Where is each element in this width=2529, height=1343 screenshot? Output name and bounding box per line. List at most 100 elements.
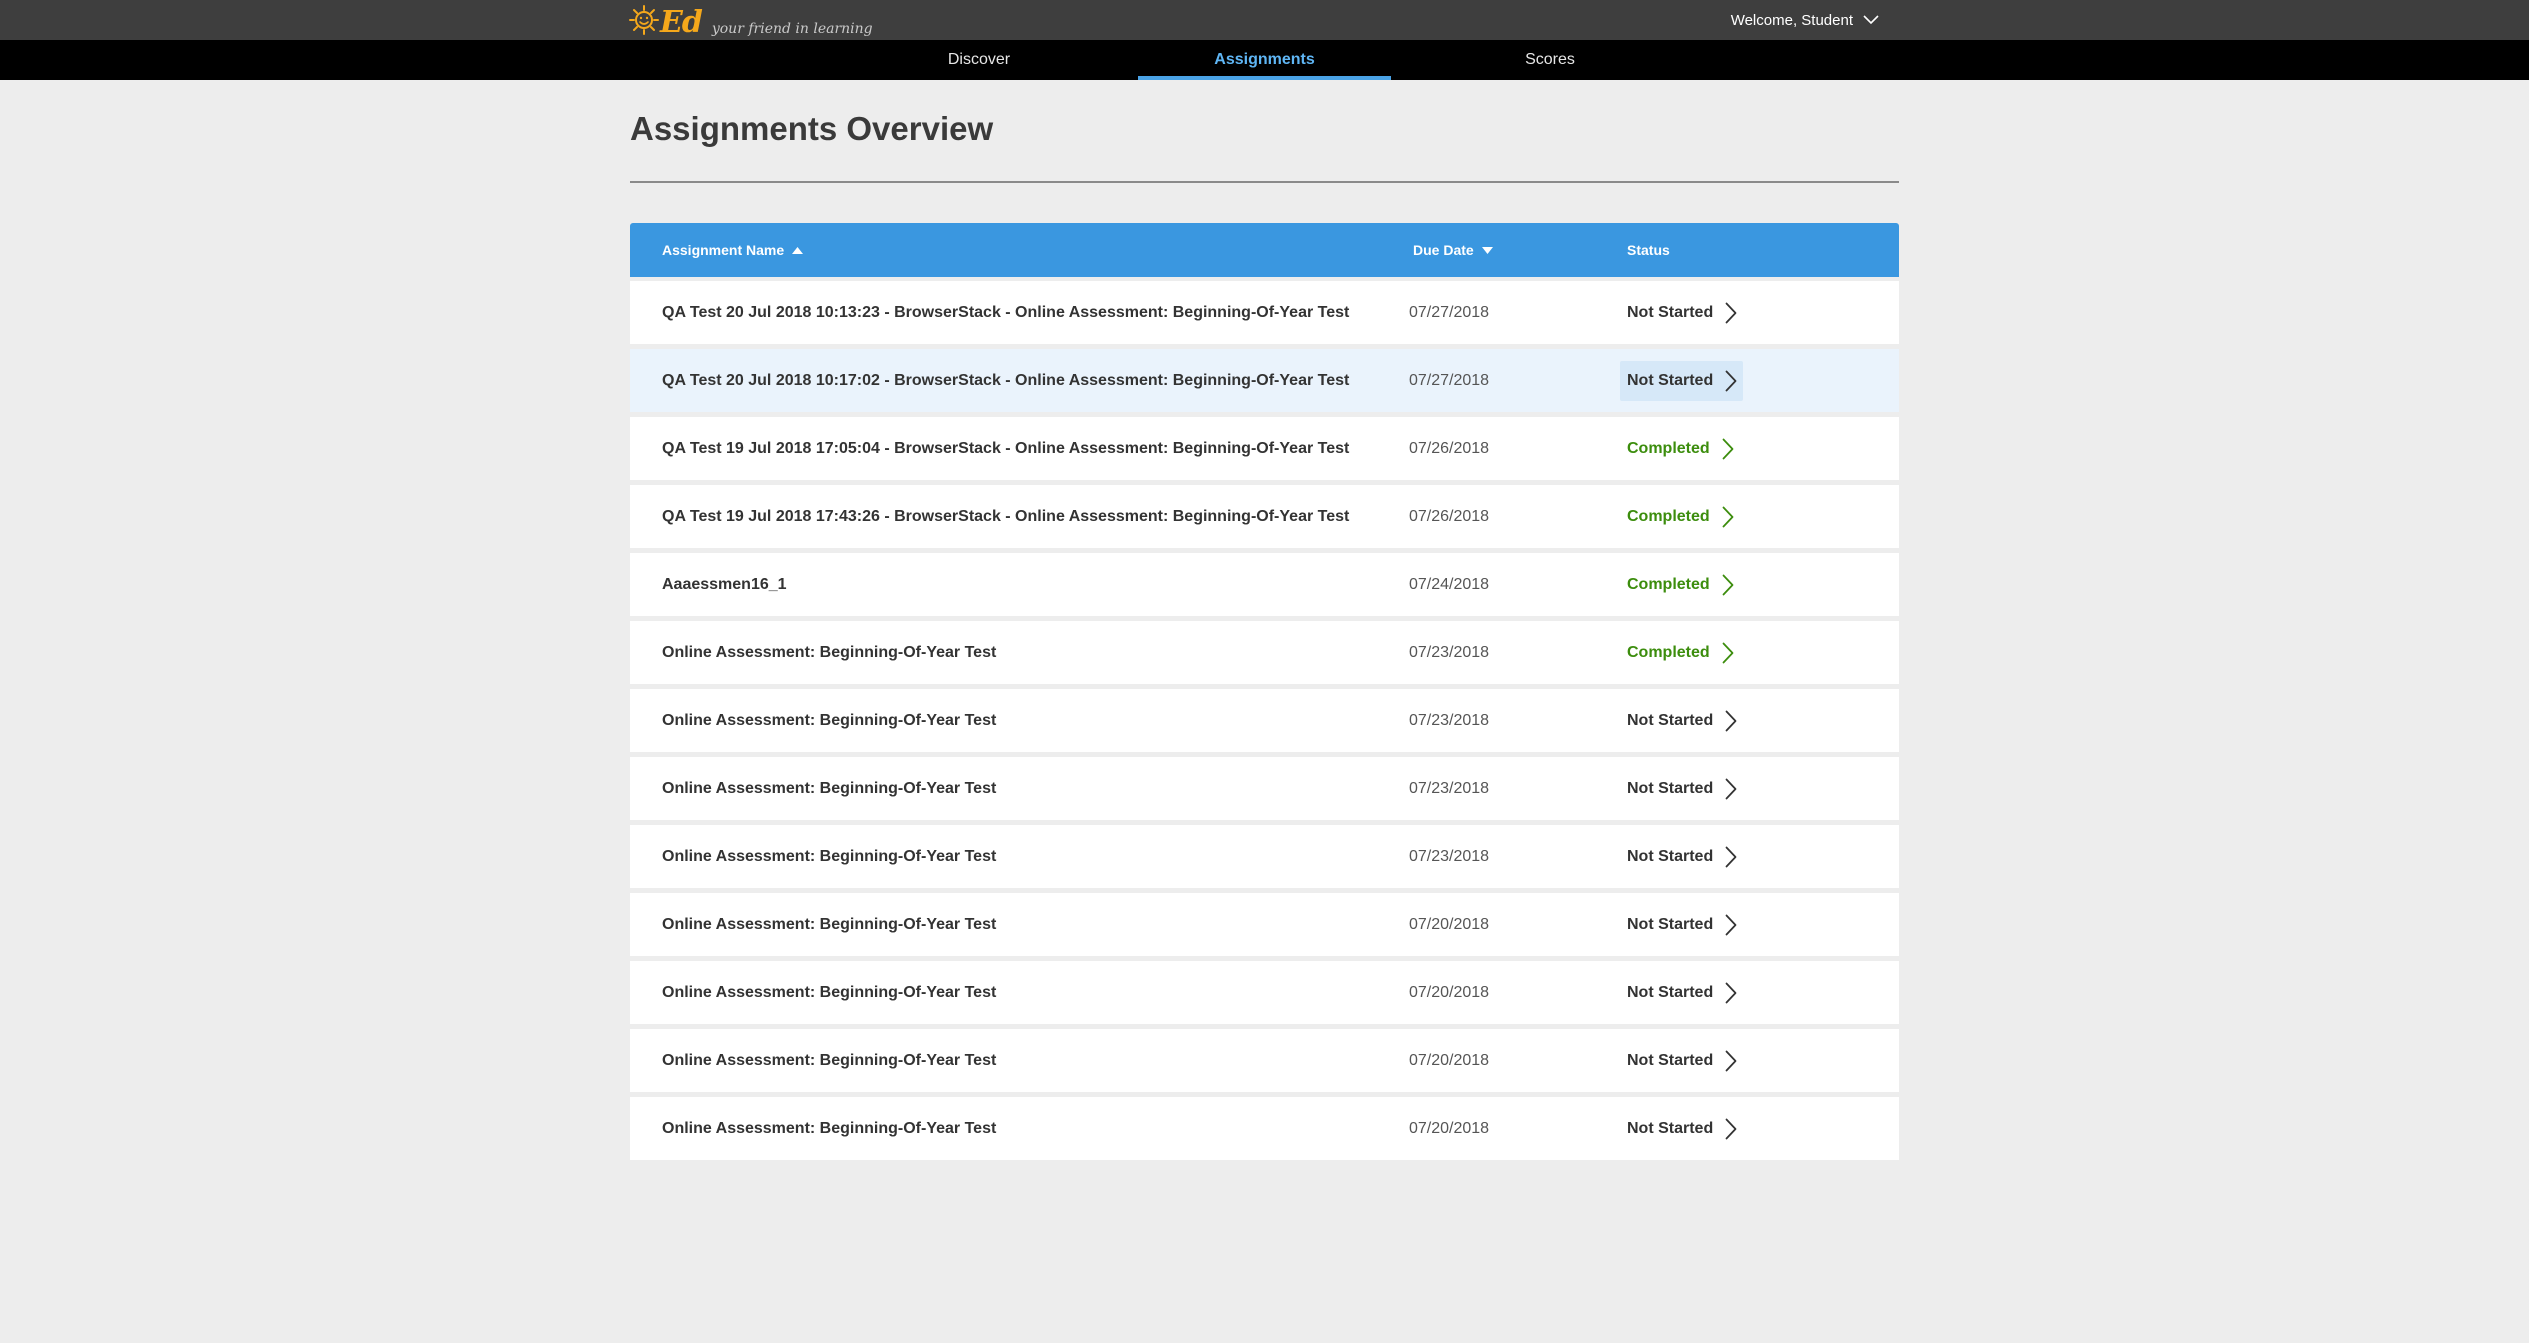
chevron-right-icon <box>1725 846 1737 868</box>
status-link[interactable]: Completed <box>1620 429 1740 469</box>
status-link[interactable]: Completed <box>1620 565 1740 605</box>
chevron-right-icon <box>1725 1050 1737 1072</box>
assignment-name: Online Assessment: Beginning-Of-Year Tes… <box>662 711 997 729</box>
table-row[interactable]: Aaaessmen16_1 07/24/2018 Completed <box>630 553 1899 616</box>
status-badge: Not Started <box>1627 984 1714 1001</box>
due-date: 07/23/2018 <box>1409 779 1490 797</box>
tab-label: Discover <box>947 51 1011 68</box>
status-link[interactable]: Not Started <box>1620 701 1743 741</box>
status-link[interactable]: Not Started <box>1620 769 1743 809</box>
assignment-name: Online Assessment: Beginning-Of-Year Tes… <box>662 983 997 1001</box>
logo-tagline: your friend in learning <box>711 21 873 37</box>
assignment-name: QA Test 19 Jul 2018 17:43:26 - BrowserSt… <box>662 507 1350 525</box>
table-row[interactable]: QA Test 20 Jul 2018 10:17:02 - BrowserSt… <box>630 349 1899 412</box>
tab-discover[interactable]: Discover <box>884 40 1074 80</box>
chevron-right-icon <box>1725 302 1737 324</box>
due-date: 07/27/2018 <box>1409 371 1490 389</box>
due-date: 07/23/2018 <box>1409 847 1490 865</box>
assignment-name: Online Assessment: Beginning-Of-Year Tes… <box>662 1051 997 1069</box>
tab-label: Scores <box>1525 51 1575 68</box>
due-date: 07/24/2018 <box>1409 575 1490 593</box>
due-date: 07/26/2018 <box>1409 439 1490 457</box>
chevron-right-icon <box>1725 982 1737 1004</box>
page-title: Assignments Overview <box>630 110 994 147</box>
top-header: Ed your friend in learning Welcome, Stud… <box>0 0 2529 40</box>
status-badge: Not Started <box>1627 848 1714 865</box>
chevron-right-icon <box>1725 914 1737 936</box>
column-header-label: Due Date <box>1413 242 1474 258</box>
app-logo[interactable]: Ed your friend in learning <box>629 4 873 38</box>
column-header-label: Assignment Name <box>662 242 785 258</box>
due-date: 07/20/2018 <box>1409 983 1490 1001</box>
assignment-name: Online Assessment: Beginning-Of-Year Tes… <box>662 643 997 661</box>
status-link[interactable]: Not Started <box>1620 361 1744 401</box>
status-link[interactable]: Not Started <box>1620 905 1743 945</box>
due-date: 07/23/2018 <box>1409 643 1490 661</box>
assignment-name: QA Test 19 Jul 2018 17:05:04 - BrowserSt… <box>662 439 1350 457</box>
assignment-name: QA Test 20 Jul 2018 10:17:02 - BrowserSt… <box>662 371 1350 389</box>
assignments-table: Assignment Name Due Date Status QA Test … <box>630 223 1899 1160</box>
due-date: 07/20/2018 <box>1409 1119 1490 1137</box>
column-header-status: Status <box>1627 223 1670 277</box>
table-body: QA Test 20 Jul 2018 10:13:23 - BrowserSt… <box>630 281 1899 1160</box>
status-link[interactable]: Not Started <box>1620 973 1743 1013</box>
status-link[interactable]: Not Started <box>1620 1109 1743 1149</box>
sort-descending-icon <box>1481 246 1493 254</box>
assignment-name: Online Assessment: Beginning-Of-Year Tes… <box>662 847 997 865</box>
column-header-label: Status <box>1627 242 1670 258</box>
chevron-right-icon <box>1722 642 1734 664</box>
tab-assignments[interactable]: Assignments <box>1138 40 1391 80</box>
table-row[interactable]: Online Assessment: Beginning-Of-Year Tes… <box>630 825 1899 888</box>
status-badge: Not Started <box>1627 1052 1714 1069</box>
status-link[interactable]: Not Started <box>1620 1041 1743 1081</box>
title-divider <box>630 181 1899 183</box>
assignment-name: Aaaessmen16_1 <box>662 575 787 593</box>
column-header-due-date[interactable]: Due Date <box>1413 223 1493 277</box>
table-row[interactable]: QA Test 19 Jul 2018 17:05:04 - BrowserSt… <box>630 417 1899 480</box>
status-link[interactable]: Not Started <box>1620 293 1743 333</box>
table-row[interactable]: Online Assessment: Beginning-Of-Year Tes… <box>630 621 1899 684</box>
chevron-right-icon <box>1725 710 1737 732</box>
table-row[interactable]: QA Test 20 Jul 2018 10:13:23 - BrowserSt… <box>630 281 1899 344</box>
status-badge: Not Started <box>1627 712 1714 729</box>
chevron-right-icon <box>1725 778 1737 800</box>
assignment-name: QA Test 20 Jul 2018 10:13:23 - BrowserSt… <box>662 303 1350 321</box>
table-row[interactable]: Online Assessment: Beginning-Of-Year Tes… <box>630 1097 1899 1160</box>
status-badge: Not Started <box>1627 916 1714 933</box>
table-row[interactable]: Online Assessment: Beginning-Of-Year Tes… <box>630 961 1899 1024</box>
due-date: 07/20/2018 <box>1409 1051 1490 1069</box>
status-badge: Not Started <box>1627 372 1714 389</box>
chevron-right-icon <box>1725 370 1737 392</box>
main-nav: Discover Assignments Scores <box>0 40 2529 80</box>
chevron-down-icon <box>1863 15 1879 25</box>
status-link[interactable]: Completed <box>1620 633 1740 673</box>
sun-face-icon <box>629 5 659 35</box>
sort-ascending-icon <box>792 246 804 254</box>
table-header: Assignment Name Due Date Status <box>630 223 1899 277</box>
tab-scores[interactable]: Scores <box>1455 40 1645 80</box>
user-menu[interactable]: Welcome, Student <box>1731 0 1879 40</box>
assignment-name: Online Assessment: Beginning-Of-Year Tes… <box>662 1119 997 1137</box>
status-badge: Completed <box>1627 644 1710 661</box>
due-date: 07/20/2018 <box>1409 915 1490 933</box>
status-badge: Completed <box>1627 576 1710 593</box>
table-row[interactable]: QA Test 19 Jul 2018 17:43:26 - BrowserSt… <box>630 485 1899 548</box>
status-link[interactable]: Not Started <box>1620 837 1743 877</box>
column-header-assignment-name[interactable]: Assignment Name <box>662 223 804 277</box>
logo-wordmark: Ed <box>660 5 703 40</box>
table-row[interactable]: Online Assessment: Beginning-Of-Year Tes… <box>630 689 1899 752</box>
due-date: 07/23/2018 <box>1409 711 1490 729</box>
status-link[interactable]: Completed <box>1620 497 1740 537</box>
assignment-name: Online Assessment: Beginning-Of-Year Tes… <box>662 915 997 933</box>
due-date: 07/27/2018 <box>1409 303 1490 321</box>
due-date: 07/26/2018 <box>1409 507 1490 525</box>
status-badge: Completed <box>1627 440 1710 457</box>
welcome-label: Welcome, Student <box>1730 11 1853 29</box>
table-row[interactable]: Online Assessment: Beginning-Of-Year Tes… <box>630 757 1899 820</box>
chevron-right-icon <box>1725 1118 1737 1140</box>
table-row[interactable]: Online Assessment: Beginning-Of-Year Tes… <box>630 1029 1899 1092</box>
status-badge: Not Started <box>1627 1120 1714 1137</box>
status-badge: Completed <box>1627 508 1710 525</box>
table-row[interactable]: Online Assessment: Beginning-Of-Year Tes… <box>630 893 1899 956</box>
chevron-right-icon <box>1722 438 1734 460</box>
